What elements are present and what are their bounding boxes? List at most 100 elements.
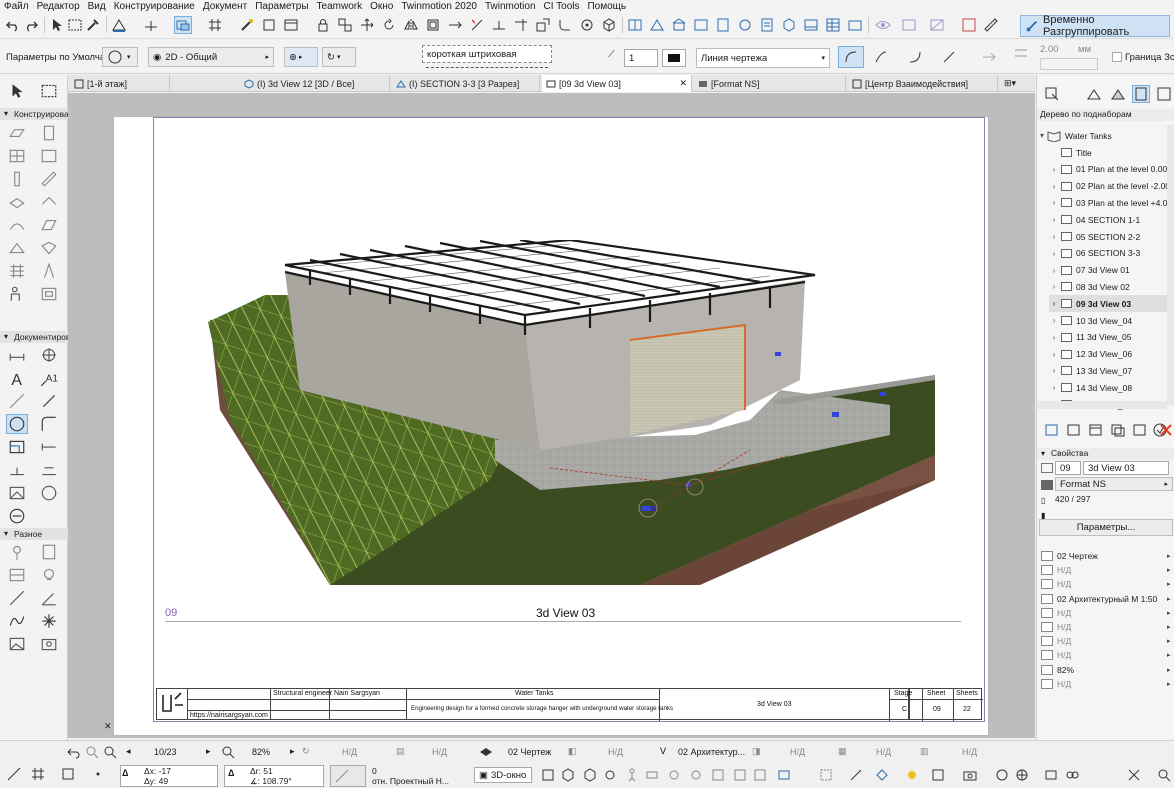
redo-icon[interactable] [22, 16, 40, 34]
layout-name-field[interactable]: 3d View 03 [1083, 461, 1169, 475]
line-type-field[interactable]: короткая штриховая [422, 45, 552, 63]
expand-icon[interactable]: › [1049, 350, 1059, 359]
surface-icon[interactable] [928, 16, 946, 34]
wall-end-tool-icon[interactable] [6, 565, 28, 585]
publisher-sets-icon[interactable] [1155, 85, 1173, 103]
expand-icon[interactable]: › [1049, 299, 1059, 308]
stair-tool-icon[interactable] [38, 146, 60, 166]
menu-item[interactable]: Teamwork [313, 0, 367, 13]
tools-icon[interactable] [1126, 768, 1142, 782]
navigator-scrollbar[interactable] [1167, 125, 1174, 405]
teamwork-icon[interactable] [1044, 768, 1060, 782]
elevation-icon-box[interactable] [330, 765, 366, 787]
special-snap-icon[interactable] [90, 767, 106, 781]
property-row[interactable]: 82% ▸ [1037, 663, 1174, 677]
window-tool-icon[interactable] [6, 146, 28, 166]
arc-start-icon[interactable] [906, 48, 924, 66]
interior-view-icon[interactable] [692, 16, 710, 34]
arc-end-icon[interactable] [838, 46, 864, 68]
marquee-tool-icon[interactable] [38, 81, 60, 101]
polygon-method-dropdown[interactable]: ↻ ▾ [322, 47, 356, 67]
tree-item[interactable]: › 03 Plan at the level +4.00 [1049, 194, 1174, 211]
tab-09-3d-view-03[interactable]: [09 3d View 03] ✕ [542, 75, 692, 92]
materials-icon[interactable] [874, 768, 890, 782]
expand-icon[interactable]: › [1049, 282, 1059, 291]
door-tool-icon[interactable] [38, 123, 60, 143]
magic-icon[interactable] [578, 16, 596, 34]
pen-color-swatch[interactable] [662, 49, 686, 67]
zoom-value[interactable]: 82% [252, 747, 270, 757]
morph-tool-icon[interactable] [38, 238, 60, 258]
zoom-menu-icon[interactable]: ▸ [290, 746, 295, 757]
section-design[interactable]: Конструирование [0, 108, 68, 120]
tree-item[interactable]: › 11 3d View_05 [1049, 329, 1174, 346]
worksheet-view-icon[interactable] [714, 16, 732, 34]
search-icon[interactable] [1156, 768, 1172, 782]
property-row[interactable]: Н/Д ▸ [1037, 577, 1174, 591]
sun-icon[interactable] [904, 768, 920, 782]
railing-tool-icon[interactable] [38, 261, 60, 281]
property-arrow-icon[interactable]: ▸ [1167, 666, 1174, 674]
group-icon[interactable] [336, 16, 354, 34]
change-tool-icon[interactable] [6, 506, 28, 526]
perspective-icon[interactable] [688, 768, 704, 782]
layer-icon-status[interactable] [478, 745, 494, 759]
detail-view-icon[interactable] [736, 16, 754, 34]
tree-item[interactable]: › 05 SECTION 2-2 [1049, 228, 1174, 245]
camera-settings-icon[interactable] [666, 768, 682, 782]
slab-tool-icon[interactable] [6, 192, 28, 212]
elevation-tool-icon[interactable] [6, 460, 28, 480]
globe-icon[interactable] [1014, 768, 1030, 782]
stretch-icon[interactable] [446, 16, 464, 34]
expand-icon[interactable]: › [1049, 333, 1059, 342]
rotation-icon[interactable]: ↻ [302, 746, 310, 757]
section-more[interactable]: Разное [0, 528, 68, 540]
property-row[interactable]: Н/Д ▸ [1037, 634, 1174, 648]
tree-item[interactable]: › 14 3d View_08 [1049, 379, 1174, 396]
worksheet-tool-icon[interactable] [6, 483, 28, 503]
tab-floor-1[interactable]: [1-й этаж] [70, 75, 170, 92]
skylight-tool-icon[interactable] [38, 215, 60, 235]
zoom-in-icon[interactable] [84, 745, 100, 759]
arrow-tool-icon[interactable] [6, 81, 28, 101]
property-arrow-icon[interactable]: ▸ [1167, 651, 1174, 659]
structural-icon[interactable]: ▥ [920, 746, 929, 757]
snap-icon[interactable] [142, 16, 160, 34]
property-arrow-icon[interactable]: ▸ [1167, 552, 1174, 560]
menu-item[interactable]: Помощь [583, 0, 630, 13]
new-layout-icon[interactable] [1043, 421, 1061, 439]
floorplan-view-icon[interactable] [626, 16, 644, 34]
property-arrow-icon[interactable]: ▸ [1167, 680, 1174, 688]
menu-item[interactable]: CI Tools [540, 0, 584, 13]
navigator-hscrollbar[interactable] [1037, 401, 1167, 409]
undo-zoom-icon[interactable] [66, 745, 82, 759]
expand-icon[interactable]: › [1049, 182, 1059, 191]
fly-icon[interactable] [644, 768, 660, 782]
property-arrow-icon[interactable]: ▸ [1167, 623, 1174, 631]
menu-item[interactable]: Файл [0, 0, 33, 13]
lock-icon[interactable] [314, 16, 332, 34]
expand-icon[interactable]: › [1049, 198, 1059, 207]
hotspot-tool-icon[interactable] [38, 611, 60, 631]
expand-icon[interactable]: › [1049, 165, 1059, 174]
rotate-icon[interactable] [380, 16, 398, 34]
tree-item[interactable]: › 02 Plan at the level -2.000 [1049, 178, 1174, 195]
layout-book-icon[interactable] [802, 16, 820, 34]
3d-box-icon[interactable] [600, 16, 618, 34]
render-icon[interactable] [900, 16, 918, 34]
label-tool-icon[interactable]: A1 [38, 368, 60, 388]
pen-set-icon[interactable]: ◧ [568, 746, 577, 757]
property-arrow-icon[interactable]: ▸ [1167, 580, 1174, 588]
model-view-options-value[interactable]: 02 Архитектур... [678, 747, 745, 757]
update-icon[interactable] [1131, 421, 1149, 439]
property-arrow-icon[interactable]: ▸ [1167, 609, 1174, 617]
expand-icon[interactable]: › [1049, 383, 1059, 392]
figure-tool-icon[interactable] [38, 542, 60, 562]
master-layout-dropdown[interactable]: Format NS ▸ [1055, 477, 1173, 491]
picture-tool-icon[interactable] [6, 634, 28, 654]
3d-navigation-icon[interactable] [540, 768, 556, 782]
properties-header[interactable]: Свойства [1037, 448, 1174, 460]
property-row[interactable]: Н/Д ▸ [1037, 677, 1174, 691]
tab-overflow[interactable]: ⊞▾ [1000, 75, 1035, 92]
mep-icon[interactable] [1064, 768, 1080, 782]
